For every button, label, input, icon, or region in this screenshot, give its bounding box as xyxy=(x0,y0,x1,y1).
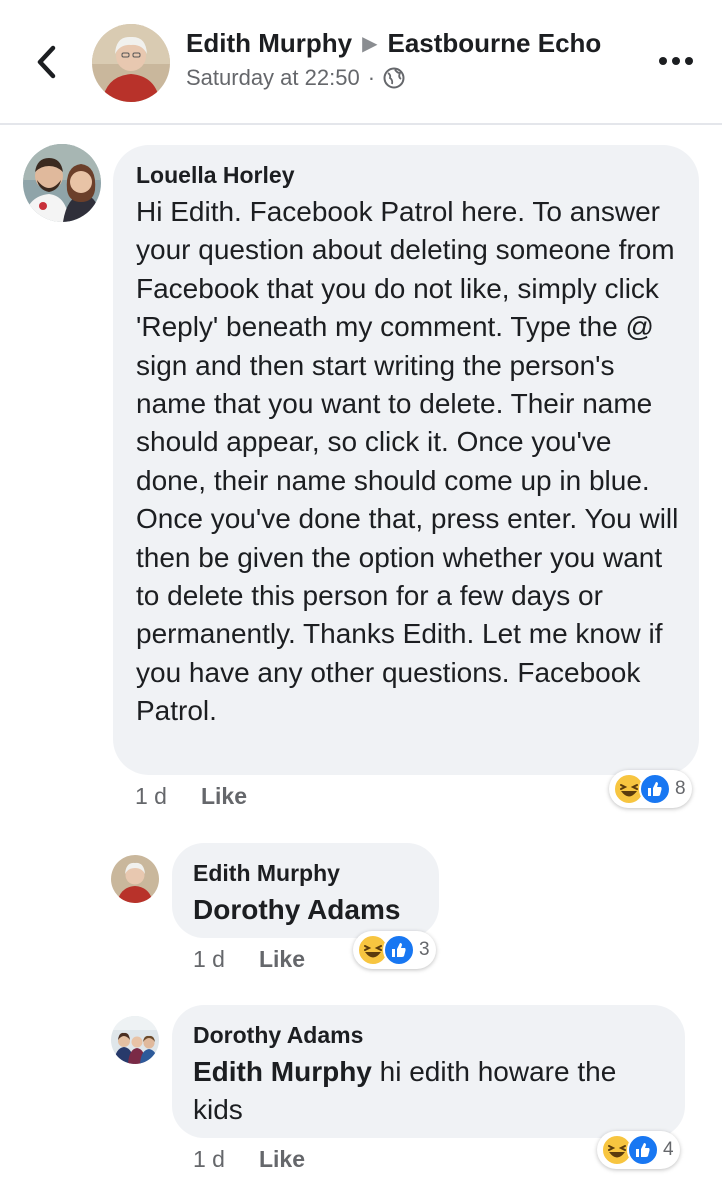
separator-dot: · xyxy=(367,65,376,90)
comment-actions: 1 d Like xyxy=(135,783,247,810)
reply-author[interactable]: Dorothy Adams xyxy=(193,1022,363,1049)
reply-age: 1 d xyxy=(193,946,225,972)
like-button[interactable]: Like xyxy=(201,783,247,810)
reaction-summary[interactable]: 8 xyxy=(609,770,692,808)
reply-author[interactable]: Edith Murphy xyxy=(193,860,340,887)
mention-tag[interactable]: Dorothy Adams xyxy=(193,894,400,925)
reaction-count: 3 xyxy=(419,939,430,960)
comment-bubble[interactable]: Louella Horley Hi Edith. Facebook Patrol… xyxy=(113,145,699,775)
reaction-summary[interactable]: 3 xyxy=(353,931,436,969)
post-title: Edith Murphy ▶ Eastbourne Echo xyxy=(186,28,601,59)
like-icon xyxy=(627,1134,659,1166)
header-divider xyxy=(0,123,722,125)
group-name-link[interactable]: Eastbourne Echo xyxy=(387,28,601,59)
more-icon xyxy=(659,57,693,65)
reaction-summary[interactable]: 4 xyxy=(597,1131,680,1169)
more-options-button[interactable] xyxy=(654,46,698,76)
reply-actions: 1 d Like xyxy=(193,1146,305,1173)
reply-actions: 1 d Like xyxy=(193,946,305,973)
reaction-count: 8 xyxy=(675,778,686,799)
like-button[interactable]: Like xyxy=(259,946,305,973)
like-icon xyxy=(639,773,671,805)
reply-age: 1 d xyxy=(193,1146,225,1172)
reply-avatar[interactable] xyxy=(111,855,159,903)
post-timestamp[interactable]: Saturday at 22:50 xyxy=(186,65,360,91)
author-avatar[interactable] xyxy=(92,24,170,102)
post-meta: Saturday at 22:50 · xyxy=(186,65,405,91)
globe-icon xyxy=(383,67,405,89)
mention-tag[interactable]: Edith Murphy xyxy=(193,1056,372,1087)
reply-text: Dorothy Adams xyxy=(193,891,400,929)
triangle-right-icon: ▶ xyxy=(362,33,378,55)
reply-text: Edith Murphy hi edith howare the kids xyxy=(193,1053,673,1130)
like-button[interactable]: Like xyxy=(259,1146,305,1173)
reply-bubble[interactable]: Edith Murphy Dorothy Adams xyxy=(172,843,439,938)
reply-avatar[interactable] xyxy=(111,1016,159,1064)
reaction-count: 4 xyxy=(663,1139,674,1160)
comment-age: 1 d xyxy=(135,783,167,809)
chevron-left-icon xyxy=(37,45,56,79)
post-header: Edith Murphy ▶ Eastbourne Echo Saturday … xyxy=(0,0,722,124)
comment-text: Hi Edith. Facebook Patrol here. To answe… xyxy=(136,196,679,727)
author-name-link[interactable]: Edith Murphy xyxy=(186,28,352,59)
back-button[interactable] xyxy=(26,40,66,84)
comment-author[interactable]: Louella Horley xyxy=(136,162,294,189)
reply-bubble[interactable]: Dorothy Adams Edith Murphy hi edith howa… xyxy=(172,1005,685,1138)
commenter-avatar[interactable] xyxy=(23,144,101,222)
like-icon xyxy=(383,934,415,966)
